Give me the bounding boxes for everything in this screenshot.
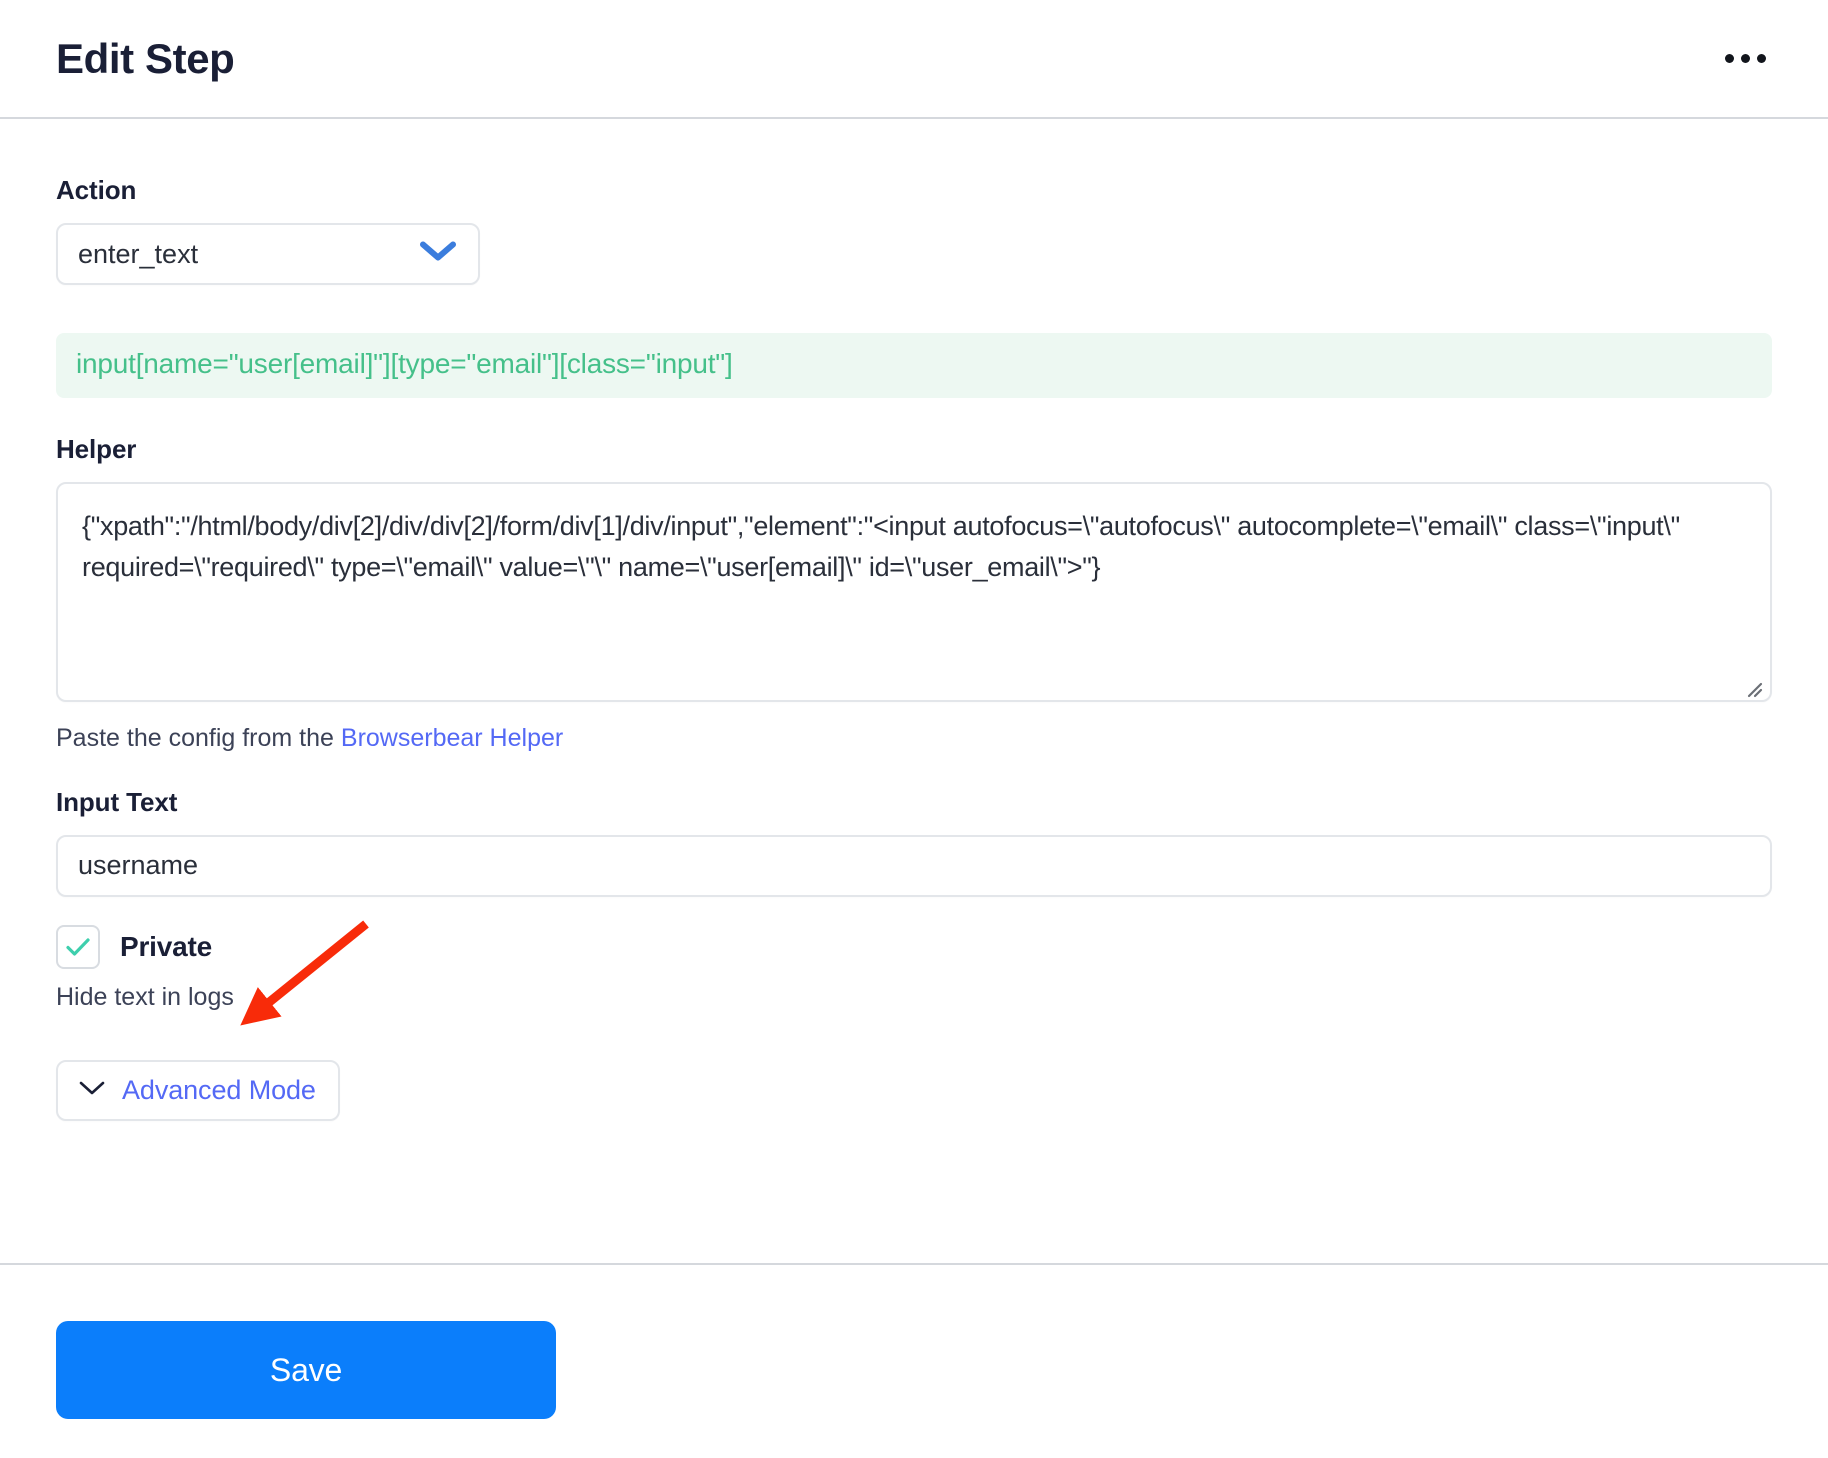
input-text-section: Input Text (56, 787, 1772, 897)
helper-hint-prefix: Paste the config from the (56, 723, 341, 752)
input-text-label: Input Text (56, 786, 178, 817)
helper-hint: Paste the config from the Browserbear He… (56, 723, 1772, 753)
action-select-wrapper: enter_text (56, 223, 480, 285)
helper-textarea-wrapper (56, 481, 1772, 707)
advanced-mode-label: Advanced Mode (122, 1074, 316, 1105)
page-title: Edit Step (56, 34, 235, 82)
chevron-down-icon (78, 1079, 106, 1102)
action-select-value: enter_text (78, 238, 199, 269)
advanced-mode-button[interactable]: Advanced Mode (56, 1059, 340, 1121)
modal-body: Action enter_text input[name="user[email… (0, 119, 1828, 1121)
modal-footer: Save (0, 1263, 1828, 1419)
kebab-dot-1 (1725, 54, 1734, 63)
kebab-dot-3 (1757, 54, 1766, 63)
element-selector-chip: input[name="user[email]"][type="email"][… (56, 333, 1772, 398)
save-button[interactable]: Save (56, 1321, 556, 1419)
private-checkbox-hint: Hide text in logs (56, 982, 234, 1011)
modal-header: Edit Step (0, 0, 1828, 119)
helper-label: Helper (56, 433, 137, 464)
kebab-dot-2 (1741, 54, 1750, 63)
private-checkbox-label[interactable]: Private (120, 931, 212, 963)
kebab-menu-icon[interactable] (1719, 44, 1772, 73)
checkmark-icon (66, 938, 90, 956)
action-select[interactable]: enter_text (56, 223, 480, 285)
private-checkbox-row: Private (56, 924, 1772, 969)
private-checkbox[interactable] (56, 924, 100, 969)
input-text-field[interactable] (56, 834, 1772, 897)
helper-textarea[interactable] (56, 481, 1772, 702)
browserbear-helper-link[interactable]: Browserbear Helper (341, 724, 563, 752)
action-label: Action (56, 175, 137, 205)
